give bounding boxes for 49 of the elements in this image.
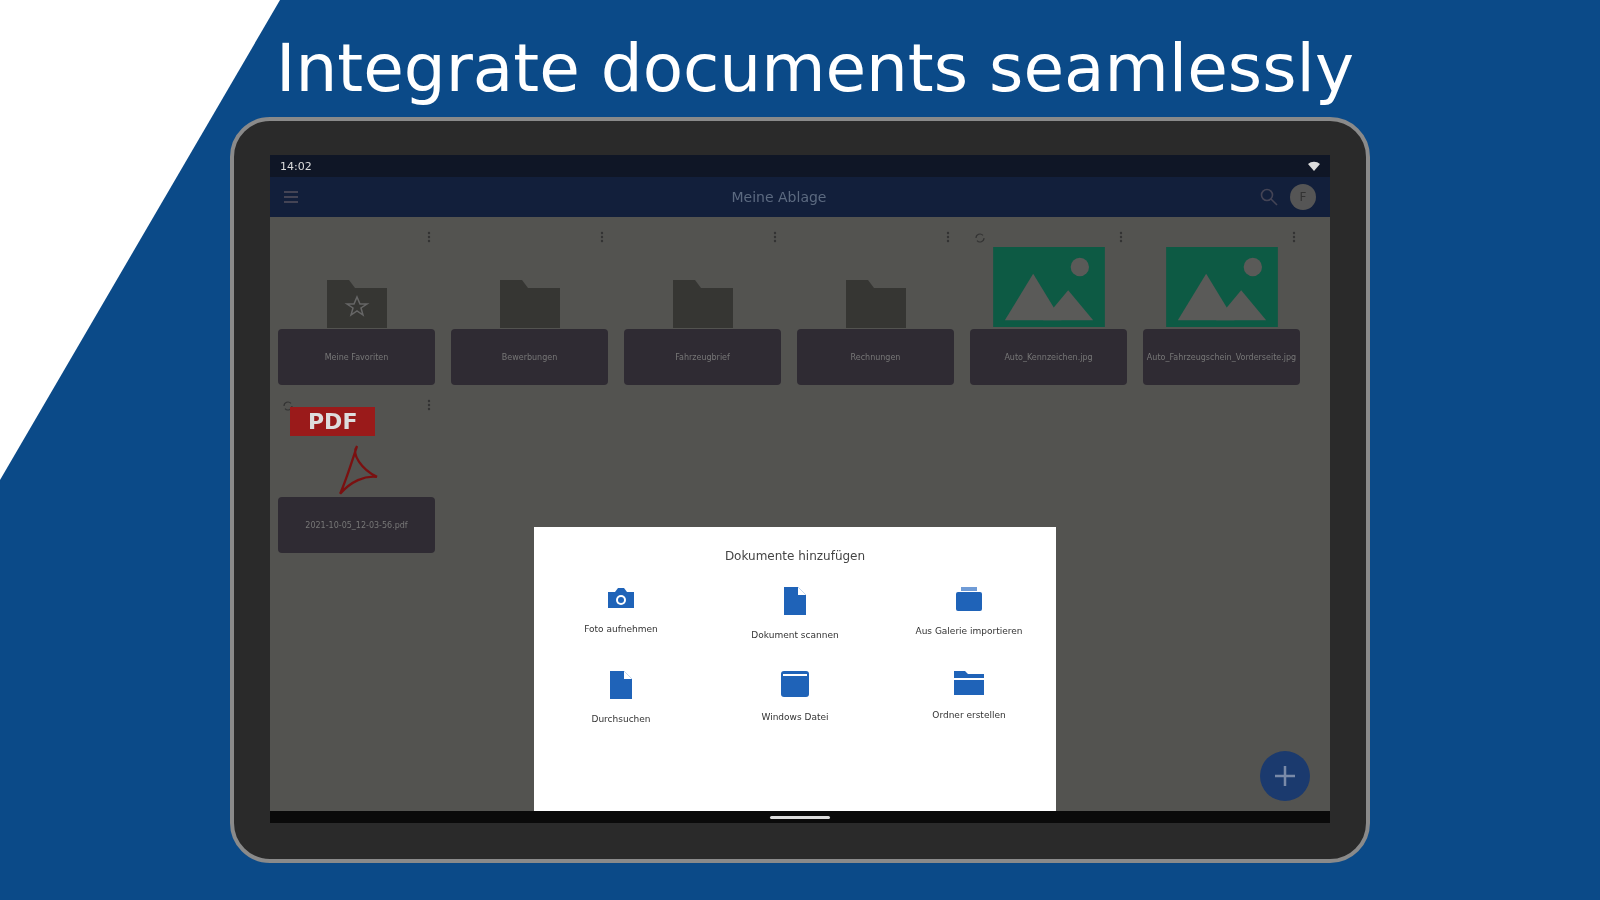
document-icon	[609, 670, 633, 700]
image-icon	[992, 247, 1105, 327]
pdf-badge: PDF	[290, 407, 376, 436]
file-card[interactable]: Bewerbungen	[451, 329, 608, 385]
window-icon	[780, 670, 810, 698]
dialog-action[interactable]: Dokument scannen	[708, 585, 882, 641]
menu-icon[interactable]	[284, 191, 298, 203]
headline: Integrate documents seamlessly	[276, 30, 1354, 107]
dialog-title: Dokumente hinzufügen	[724, 549, 866, 563]
more-icon[interactable]	[600, 231, 604, 243]
dialog-action[interactable]: Ordner erstellen	[882, 669, 1056, 725]
file-name: 2021-10-05_12-03-56.pdf	[305, 520, 408, 530]
dialog-action[interactable]: Durchsuchen	[534, 669, 708, 725]
more-icon[interactable]	[946, 231, 950, 243]
plus-icon	[1274, 765, 1296, 787]
sync-icon	[282, 400, 294, 412]
file-name: Meine Favoriten	[324, 352, 389, 362]
more-icon[interactable]	[427, 399, 431, 411]
file-name: Rechnungen	[850, 352, 901, 362]
home-handle[interactable]	[770, 815, 830, 819]
wifi-icon	[1308, 161, 1320, 171]
tray-icon	[955, 586, 983, 612]
more-icon[interactable]	[1292, 231, 1296, 243]
file-name: Auto_Kennzeichen.jpg	[1004, 352, 1093, 362]
more-icon[interactable]	[1119, 231, 1123, 243]
app-title: Meine Ablage	[730, 189, 828, 205]
dialog-action[interactable]: Windows Datei	[708, 669, 882, 725]
file-card[interactable]: Auto_Fahrzeugschein_Vorderseite.jpg	[1143, 329, 1300, 385]
more-icon[interactable]	[427, 231, 431, 243]
file-name: Auto_Fahrzeugschein_Vorderseite.jpg	[1146, 352, 1297, 362]
file-card[interactable]: Fahrzeugbrief	[624, 329, 781, 385]
search-icon[interactable]	[1260, 188, 1278, 206]
file-card[interactable]: Rechnungen	[797, 329, 954, 385]
sync-icon	[974, 232, 986, 244]
file-card[interactable]: 2021-10-05_12-03-56.pdf	[278, 497, 435, 553]
dialog-action[interactable]: Foto aufnehmen	[534, 585, 708, 641]
image-icon	[1165, 247, 1278, 327]
file-name: Bewerbungen	[501, 352, 558, 362]
status-time: 14:02	[280, 159, 312, 173]
file-name: Fahrzeugbrief	[675, 352, 730, 362]
folder-icon	[325, 279, 388, 329]
folder-icon	[953, 670, 985, 696]
dialog-action[interactable]: Aus Galerie importieren	[882, 585, 1056, 641]
file-card[interactable]: Meine Favoriten	[278, 329, 435, 385]
document-icon	[783, 586, 807, 616]
file-card[interactable]: Auto_Kennzeichen.jpg	[970, 329, 1127, 385]
more-icon[interactable]	[773, 231, 777, 243]
camera-icon	[606, 586, 636, 610]
add-button[interactable]	[1260, 751, 1310, 801]
